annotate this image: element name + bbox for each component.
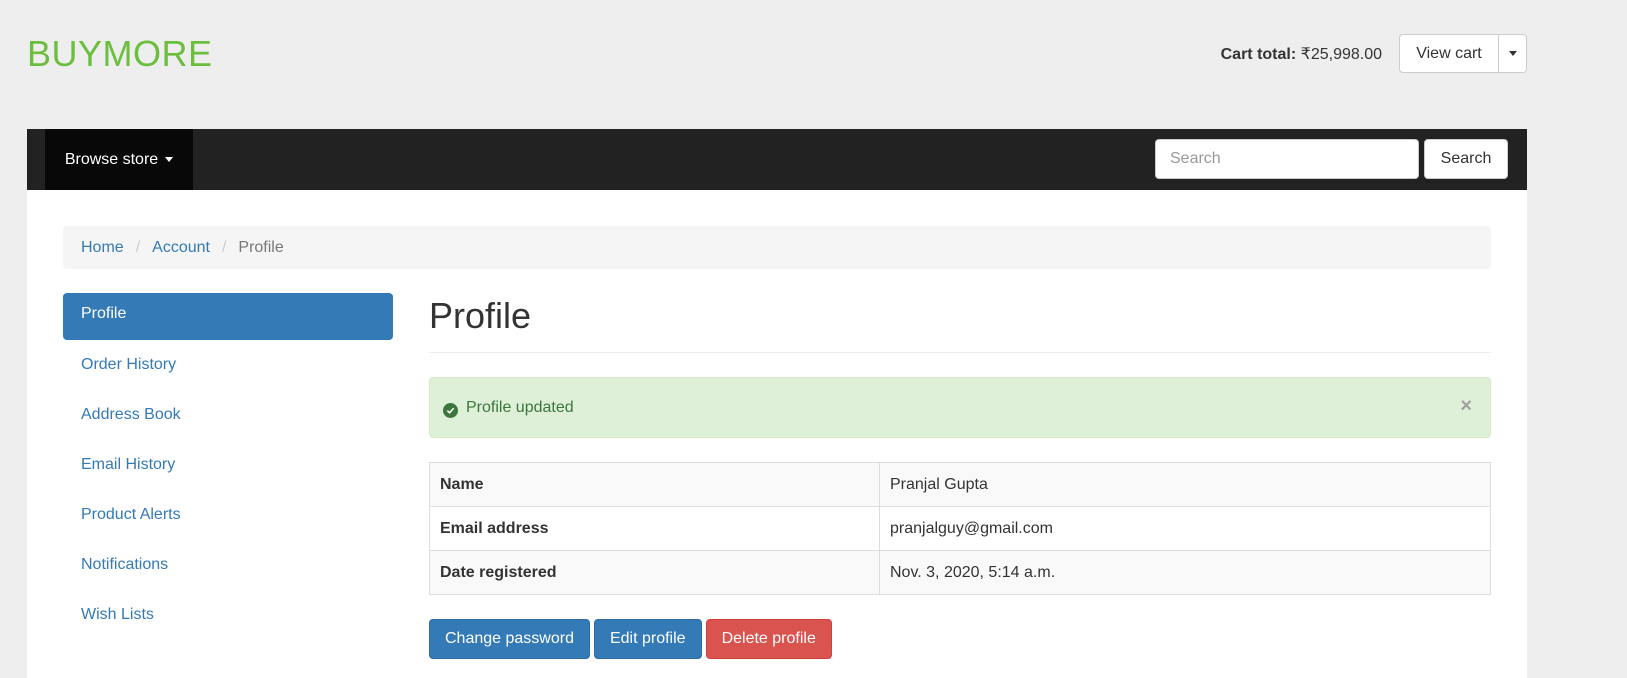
breadcrumb-separator: / [135,238,141,256]
sidebar-item-address-book[interactable]: Address Book [63,394,393,442]
cart-total-label: Cart total: [1220,45,1297,63]
table-row: Email address pranjalguy@gmail.com [429,506,1491,551]
view-cart-button[interactable]: View cart [1399,34,1499,73]
profile-table: Name Pranjal Gupta Email address pranjal… [429,462,1491,595]
row-label: Date registered [429,550,880,595]
profile-actions: Change password Edit profile Delete prof… [429,619,1491,659]
caret-down-icon [165,157,174,162]
breadcrumb-current: Profile [238,238,284,256]
search-button[interactable]: Search [1424,139,1508,179]
table-row: Name Pranjal Gupta [429,462,1491,507]
row-label: Name [429,462,880,507]
row-label: Email address [429,506,880,551]
sidebar-item-order-history[interactable]: Order History [63,344,393,392]
sidebar-item-wish-lists[interactable]: Wish Lists [63,594,393,642]
alert-message: Profile updated [466,398,574,416]
browse-store-label: Browse store [64,150,159,168]
edit-profile-button[interactable]: Edit profile [593,619,702,659]
row-value: pranjalguy@gmail.com [879,506,1491,551]
sidebar-item-profile[interactable]: Profile [63,293,393,340]
caret-down-icon [1508,51,1517,56]
cart-dropdown-toggle[interactable] [1499,34,1527,73]
cart-total: Cart total: ₹25,998.00 [1221,44,1382,64]
sidebar-item-email-history[interactable]: Email History [63,444,393,492]
table-row: Date registered Nov. 3, 2020, 5:14 a.m. [429,550,1491,595]
success-alert: Profile updated × [429,377,1491,438]
cart-area: Cart total: ₹25,998.00 View cart [1221,34,1527,73]
breadcrumb-separator: / [221,238,227,256]
cart-total-value: ₹25,998.00 [1300,45,1382,63]
breadcrumb-home[interactable]: Home [81,239,124,257]
breadcrumb: Home / Account / Profile [63,226,1491,269]
check-circle-icon [443,403,458,418]
sidebar-item-product-alerts[interactable]: Product Alerts [63,494,393,542]
main-content: Profile Profile updated × Name Pranjal G… [429,293,1491,659]
search-form: Search [1155,139,1508,179]
change-password-button[interactable]: Change password [429,619,590,659]
brand-logo[interactable]: BUYMORE [27,33,213,75]
close-icon[interactable]: × [1460,396,1472,416]
browse-store-dropdown[interactable]: Browse store [45,129,193,190]
account-sidebar: Profile Order History Address Book Email… [63,293,393,644]
navbar: Browse store Search [27,129,1527,190]
page-title: Profile [429,293,1491,353]
search-input[interactable] [1155,139,1419,179]
row-value: Nov. 3, 2020, 5:14 a.m. [879,550,1491,595]
content-panel: Home / Account / Profile Profile Order H… [27,190,1527,678]
sidebar-item-notifications[interactable]: Notifications [63,544,393,592]
delete-profile-button[interactable]: Delete profile [705,619,832,659]
breadcrumb-account[interactable]: Account [152,239,210,257]
row-value: Pranjal Gupta [879,462,1491,507]
view-cart-group: View cart [1399,34,1527,73]
